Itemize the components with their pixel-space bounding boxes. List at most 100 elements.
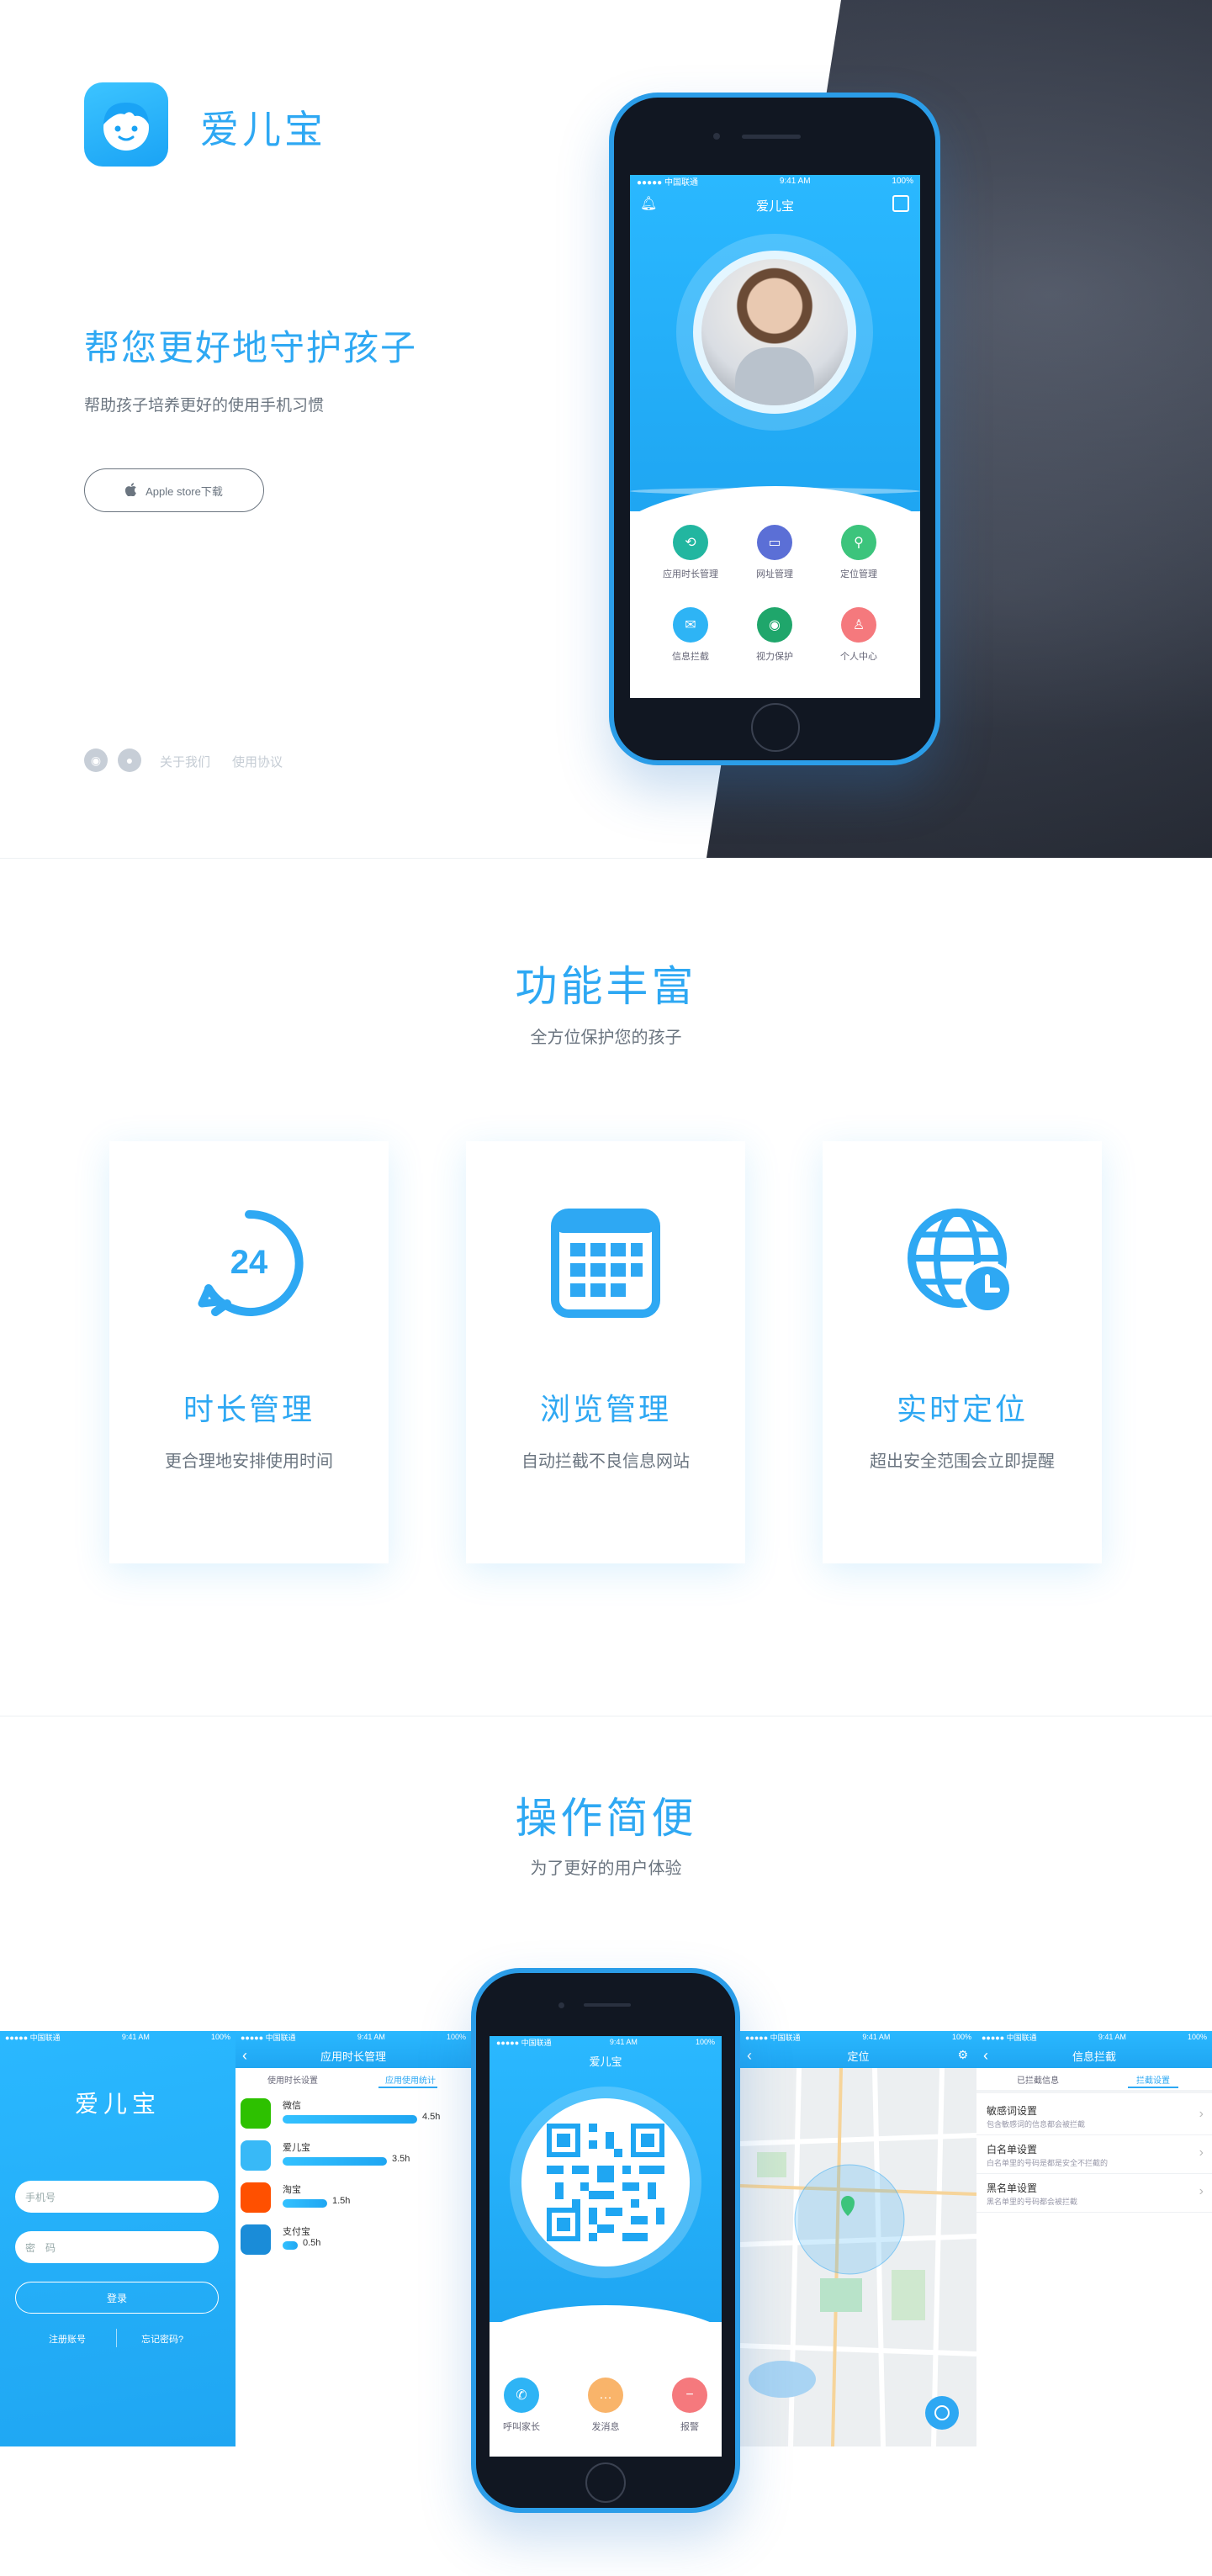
feature-card-title: 时长管理: [183, 1392, 315, 1426]
scan-icon[interactable]: [892, 195, 909, 212]
app-entry-label: 信息拦截: [672, 652, 709, 662]
usage-stats-screen: ●●●●● 中国联通 9:41 AM 100% ‹ 应用时长管理 使用时长设置 应用使…: [236, 2031, 471, 2446]
app-entry-personal-center[interactable]: ♙ 个人中心: [817, 607, 901, 663]
app-entry-eye-protection[interactable]: ◉ 视力保护: [733, 607, 817, 663]
screen-title: 爱儿宝: [755, 199, 794, 214]
monitor-icon: ▭: [757, 525, 792, 560]
app-entry-time-management[interactable]: ⟲ 应用时长管理: [648, 525, 733, 580]
feature-card-desc: 更合理地安排使用时间: [165, 1452, 333, 1471]
feature-card-desc: 超出安全范围会立即提醒: [870, 1452, 1055, 1471]
call-parent-action[interactable]: ✆ 呼叫家长: [490, 2378, 564, 2433]
chevron-right-icon: ›: [1199, 2145, 1204, 2160]
hero-section: 爱儿宝 帮您更好地守护孩子 帮助孩子培养更好的使用手机习惯 Apple stor…: [0, 0, 1212, 858]
hero-app-screen: ●●●●● 中国联通 9:41 AM 100% 🔔︎ 爱儿宝 ⟲ 应用时长管理 …: [630, 175, 920, 698]
apple-icon: [125, 482, 137, 499]
location-header: ●●●●● 中国联通 9:41 AM 100% ‹ 定位 ⚙: [740, 2031, 976, 2068]
intercept-setting-row[interactable]: 敏感词设置 包含敏感词的信息都会被拦截 ›: [976, 2098, 1212, 2135]
landing-page: 爱儿宝 帮您更好地守护孩子 帮助孩子培养更好的使用手机习惯 Apple stor…: [0, 0, 1212, 2576]
app-entry-label: 视力保护: [756, 652, 793, 662]
app-icon: [241, 2140, 271, 2171]
time-text: 9:41 AM: [779, 176, 811, 186]
login-button[interactable]: 登录: [15, 2282, 219, 2314]
usage-bar: [283, 2241, 298, 2250]
app-logo-icon: [84, 82, 168, 167]
register-link[interactable]: 注册账号: [49, 2332, 86, 2346]
weibo-icon[interactable]: ◉: [84, 748, 108, 772]
store-button-label: Apple store下载: [146, 484, 223, 498]
forgot-password-link[interactable]: 忘记密码?: [141, 2332, 183, 2346]
features-title: 功能丰富: [515, 963, 697, 1010]
app-icon: [241, 2182, 271, 2213]
wechat-icon[interactable]: ●: [118, 748, 141, 772]
footer-link-terms[interactable]: 使用协议: [232, 753, 283, 770]
back-arrow-icon[interactable]: ‹: [747, 2047, 752, 2065]
app-entry-url-management[interactable]: ▭ 网址管理: [733, 525, 817, 580]
home-button[interactable]: [751, 703, 800, 752]
feature-card-title: 浏览管理: [539, 1392, 671, 1426]
qr-app-screen: ●●●●● 中国联通 9:41 AM 100% 爱儿宝 ✆ 呼叫家长 … 发消息…: [490, 2036, 722, 2457]
person-icon: ♙: [841, 607, 876, 643]
back-arrow-icon[interactable]: ‹: [983, 2047, 988, 2065]
clock-icon: ⟲: [673, 525, 708, 560]
home-button[interactable]: [585, 2462, 626, 2503]
qr-code-icon: [547, 2124, 664, 2241]
feature-card-location: 实时定位 超出安全范围会立即提醒: [823, 1141, 1102, 1563]
child-avatar: [701, 259, 848, 405]
hero-subtitle: 帮助孩子培养更好的使用手机习惯: [84, 397, 325, 415]
hero-phone-mockup: ●●●●● 中国联通 9:41 AM 100% 🔔︎ 爱儿宝 ⟲ 应用时长管理 …: [609, 93, 940, 765]
app-icon: [241, 2224, 271, 2255]
setting-title: 黑名单设置: [987, 2182, 1038, 2194]
eye-icon: ◉: [757, 607, 792, 643]
tab-block-settings[interactable]: 拦截设置: [1136, 2073, 1170, 2086]
clock-24-icon: 24: [198, 1209, 304, 1316]
usage-row: 淘宝 1.5h: [241, 2181, 468, 2218]
intercept-setting-row[interactable]: 白名单设置 白名单里的号码是都是安全不拦截的 ›: [976, 2137, 1212, 2174]
tab-usage-settings[interactable]: 使用时长设置: [267, 2073, 318, 2086]
app-entry-location-management[interactable]: ⚲ 定位管理: [817, 525, 901, 580]
tab-usage-stats[interactable]: 应用使用统计: [385, 2073, 436, 2086]
apple-store-download-button[interactable]: Apple store下载: [84, 468, 264, 512]
usage-value: 0.5h: [303, 2238, 321, 2248]
app-name: 爱儿宝: [283, 2143, 310, 2153]
screen-title: 爱儿宝: [589, 2055, 622, 2068]
tab-blocked-messages[interactable]: 已拦截信息: [1017, 2073, 1059, 2086]
app-name: 支付宝: [283, 2227, 310, 2237]
app-icon: [241, 2098, 271, 2129]
usage-bar: [283, 2115, 417, 2124]
intercept-header: ●●●●● 中国联通 9:41 AM 100% ‹ 信息拦截: [976, 2031, 1212, 2068]
ease-subtitle: 为了更好的用户体验: [530, 1859, 682, 1878]
intercept-setting-row[interactable]: 黑名单设置 黑名单里的号码都会被拦截 ›: [976, 2176, 1212, 2213]
chevron-right-icon: ›: [1199, 2107, 1204, 2121]
app-entry-message-block[interactable]: ✉ 信息拦截: [648, 607, 733, 663]
action-label: 发消息: [591, 2422, 620, 2432]
status-bar: ●●●●● 中国联通 9:41 AM 100%: [5, 2033, 230, 2042]
setting-desc: 黑名单里的号码都会被拦截: [987, 2198, 1078, 2206]
pin-icon: ⚲: [841, 525, 876, 560]
svg-text:24: 24: [230, 1244, 268, 1281]
app-entry-label: 定位管理: [840, 569, 877, 579]
status-bar: ●●●●● 中国联通 9:41 AM 100%: [496, 2038, 715, 2047]
send-message-action[interactable]: … 发消息: [564, 2378, 648, 2433]
app-entry-label: 网址管理: [756, 569, 793, 579]
app-entry-label: 应用时长管理: [663, 569, 718, 579]
footer-link-about[interactable]: 关于我们: [160, 753, 210, 770]
back-arrow-icon[interactable]: ‹: [242, 2047, 247, 2065]
usage-bar: [283, 2199, 327, 2208]
feature-card-time: 24 时长管理 更合理地安排使用时间: [109, 1141, 389, 1563]
features-subtitle: 全方位保护您的孩子: [530, 1029, 682, 1047]
password-input[interactable]: 密 码: [15, 2231, 219, 2263]
feature-card-desc: 自动拦截不良信息网站: [521, 1452, 690, 1471]
speaker-grille: [584, 2003, 631, 2007]
app-name: 淘宝: [283, 2185, 301, 2195]
alarm-action[interactable]: − 报警: [648, 2378, 722, 2433]
phone-number-input[interactable]: 手机号: [15, 2181, 219, 2213]
mail-icon: ✉: [673, 607, 708, 643]
globe-clock-icon: [908, 1209, 1014, 1315]
active-tab-indicator: [378, 2087, 437, 2088]
usage-row: 支付宝 0.5h: [241, 2223, 468, 2260]
map-view[interactable]: [740, 2068, 976, 2446]
gear-icon[interactable]: ⚙: [957, 2048, 968, 2062]
feature-card-browse: 浏览管理 自动拦截不良信息网站: [466, 1141, 745, 1563]
chevron-right-icon: ›: [1199, 2184, 1204, 2198]
section-divider: [0, 858, 1212, 859]
